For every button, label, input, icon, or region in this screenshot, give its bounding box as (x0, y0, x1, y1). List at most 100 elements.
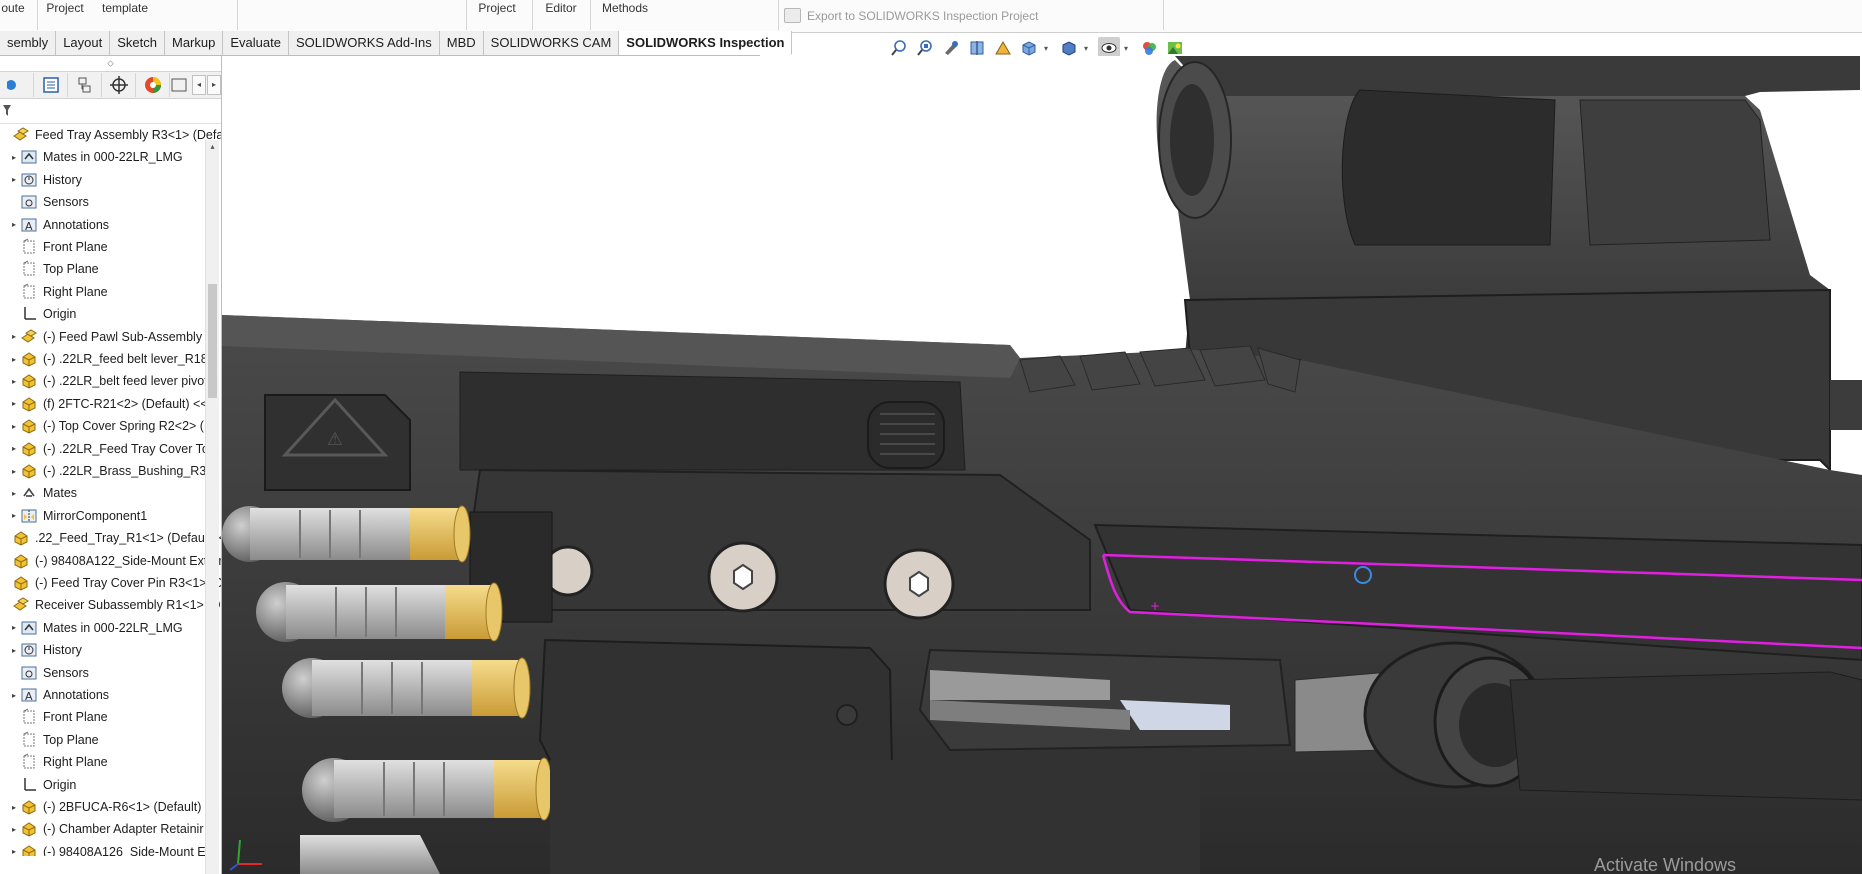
feature-tree-node[interactable]: (-) 98408A122_Side-Mount Exterr (0, 550, 221, 572)
expand-arrow-icon[interactable]: ▸ (8, 467, 20, 476)
feature-tree-node[interactable]: ▸ A Annotations (8, 214, 109, 236)
featuremanager-tree-tab[interactable] (0, 73, 34, 97)
feature-tree-node[interactable]: Right Plane (8, 281, 108, 303)
expand-arrow-icon[interactable]: ▸ (8, 355, 20, 364)
feature-tree-node[interactable]: ▸ (-) .22LR_feed belt lever_R18< (8, 348, 215, 370)
displaymanager-tab[interactable] (136, 73, 170, 97)
expand-arrow-icon[interactable]: ▸ (8, 332, 20, 341)
feature-tree-node[interactable]: ▸ (-) .22LR_Brass_Bushing_R3< (8, 460, 214, 482)
tab-sketch[interactable]: Sketch (110, 31, 165, 55)
feature-tree-node[interactable]: ▸ Mates in 000-22LR_LMG (8, 146, 183, 168)
feature-tree-node[interactable]: (-) Feed Tray Cover Pin R3<1> (D (0, 572, 221, 594)
panel-grip[interactable]: ⬦ (0, 56, 221, 71)
ribbon-project-button[interactable]: Project (44, 0, 86, 14)
expand-arrow-icon[interactable]: ▸ (8, 175, 20, 184)
feature-tree-node[interactable]: ▸ A Annotations (8, 684, 109, 706)
feature-tree-node[interactable]: ▸ MirrorComponent1 (8, 505, 147, 527)
displaymanager-icon (144, 77, 161, 93)
feature-tree-label: (-) Feed Pawl Sub-Assembly (43, 329, 203, 344)
tab-evaluate[interactable]: Evaluate (223, 31, 289, 55)
tab-assembly[interactable]: sembly (0, 31, 57, 55)
feature-tree-node[interactable]: Right Plane (8, 751, 108, 773)
feature-tree-node[interactable]: .22_Feed_Tray_R1<1> (Default) <D (0, 527, 221, 549)
feature-tree-node[interactable]: ▸ (f) 2FTC-R21<2> (Default) << (8, 393, 208, 415)
expand-arrow-icon[interactable]: ▸ (8, 444, 20, 453)
dimxpertmanager-tab[interactable] (102, 73, 136, 97)
feature-tree-node[interactable]: ▸ Mates (8, 482, 77, 504)
expand-arrow-icon[interactable]: ▸ (8, 399, 20, 408)
expand-arrow-icon[interactable]: ▸ (8, 646, 20, 655)
ribbon-label: oute (1, 1, 25, 15)
feature-tree-node[interactable]: Top Plane (8, 258, 99, 280)
tab-scroll-right-button[interactable]: ▸ (207, 75, 221, 95)
feature-tree-node[interactable]: ▸ (-) .22LR_belt feed lever pivot (8, 370, 208, 392)
part-icon (12, 529, 30, 547)
chevron-down-icon[interactable]: ▾ (1124, 44, 1132, 53)
ribbon-route-button[interactable]: oute (0, 0, 26, 14)
expand-arrow-icon[interactable]: ▸ (8, 847, 20, 856)
expand-arrow-icon[interactable]: ▸ (8, 825, 20, 834)
tab-mbd[interactable]: MBD (440, 31, 484, 55)
ribbon-methods-button[interactable]: Methods (598, 0, 652, 14)
feature-filter[interactable] (0, 99, 221, 124)
feature-tree-node[interactable]: ▸ History (8, 169, 82, 191)
expand-arrow-icon[interactable]: ▸ (8, 377, 20, 386)
feature-tree-node[interactable]: ▸ (-) Feed Pawl Sub-Assembly (8, 326, 202, 348)
feature-tree-node[interactable]: Receiver Subassembly R1<1> (De (0, 594, 221, 616)
expand-arrow-icon[interactable]: ▸ (8, 489, 20, 498)
feature-tree-node[interactable]: ▸ History (8, 639, 82, 661)
tab-markup[interactable]: Markup (165, 31, 224, 55)
feature-tree-scrollbar[interactable]: ▴ (205, 140, 219, 874)
feature-tree-label: (-) .22LR_belt feed lever pivot (43, 374, 208, 389)
feature-tree-node[interactable]: ▸ (-) Chamber Adapter Retainir (8, 818, 203, 840)
feature-tree-node[interactable]: Front Plane (8, 706, 108, 728)
feature-tree-node[interactable]: ▸ (-) 98408A126_Side-Mount Ex (8, 841, 212, 856)
propertymanager-tab[interactable] (34, 73, 68, 97)
export-inspection-project-button[interactable]: Export to SOLIDWORKS Inspection Project (784, 8, 1038, 23)
feature-tree-node[interactable]: Origin (8, 774, 76, 796)
feature-tree-node[interactable]: Feed Tray Assembly R3<1> (Defa (0, 124, 221, 146)
ribbon-project-button-2[interactable]: Project (476, 0, 518, 14)
feature-tree-node[interactable]: ▸ (-) .22LR_Feed Tray Cover To (8, 438, 209, 460)
expand-arrow-icon[interactable]: ▸ (8, 220, 20, 229)
tab-layout[interactable]: Layout (56, 31, 111, 55)
tab-solidworks-cam[interactable]: SOLIDWORKS CAM (484, 31, 620, 55)
scrollbar-thumb[interactable] (208, 284, 217, 398)
graphics-area[interactable]: ⚠ + Activate Windows (222, 56, 1862, 874)
feature-tree-node[interactable]: Origin (8, 303, 76, 325)
expand-arrow-icon[interactable]: ▸ (8, 153, 20, 162)
sensors-icon (20, 664, 38, 682)
feature-tree-label: Sensors (43, 665, 89, 680)
chevron-down-icon[interactable]: ▾ (1044, 44, 1052, 53)
expand-arrow-icon[interactable]: ▸ (8, 422, 20, 431)
display-style-icon (1062, 41, 1076, 56)
hide-show-items-icon (1101, 43, 1117, 53)
history-icon (20, 171, 38, 189)
feature-tree-label: Right Plane (43, 755, 108, 770)
feature-tree-label: MirrorComponent1 (43, 508, 148, 523)
ribbon-editor-button[interactable]: Editor (542, 0, 580, 14)
feature-tree-label: Origin (43, 777, 77, 792)
feature-tree-node[interactable]: Front Plane (8, 236, 108, 258)
feature-tree-node[interactable]: Top Plane (8, 729, 99, 751)
ribbon-template-button[interactable]: template (100, 0, 150, 14)
feature-tree-node[interactable]: ▸ (-) 2BFUCA-R6<1> (Default) (8, 796, 201, 818)
feature-tree-node[interactable]: ▸ Mates in 000-22LR_LMG (8, 617, 183, 639)
tab-solidworks-add-ins[interactable]: SOLIDWORKS Add-Ins (289, 31, 440, 55)
scroll-up-arrow-icon[interactable]: ▴ (206, 140, 219, 154)
tab-solidworks-inspection[interactable]: SOLIDWORKS Inspection (619, 31, 793, 55)
plane-icon (20, 753, 38, 771)
configurationmanager-tab[interactable] (68, 73, 102, 97)
expand-arrow-icon[interactable]: ▸ (8, 623, 20, 632)
expand-arrow-icon[interactable]: ▸ (8, 511, 20, 520)
feature-tree-node[interactable]: Sensors (8, 662, 89, 684)
feature-tree-node[interactable]: Sensors (8, 191, 89, 213)
chevron-down-icon[interactable]: ▾ (1084, 44, 1092, 53)
expand-arrow-icon[interactable]: ▸ (8, 803, 20, 812)
inspection-manager-tab[interactable] (170, 73, 190, 97)
tab-scroll-left-button[interactable]: ◂ (192, 75, 206, 95)
expand-arrow-icon[interactable]: ▸ (8, 691, 20, 700)
edit-appearance-icon (1143, 42, 1156, 55)
filter-icon (3, 105, 11, 116)
feature-tree-node[interactable]: ▸ (-) Top Cover Spring R2<2> ( (8, 415, 204, 437)
